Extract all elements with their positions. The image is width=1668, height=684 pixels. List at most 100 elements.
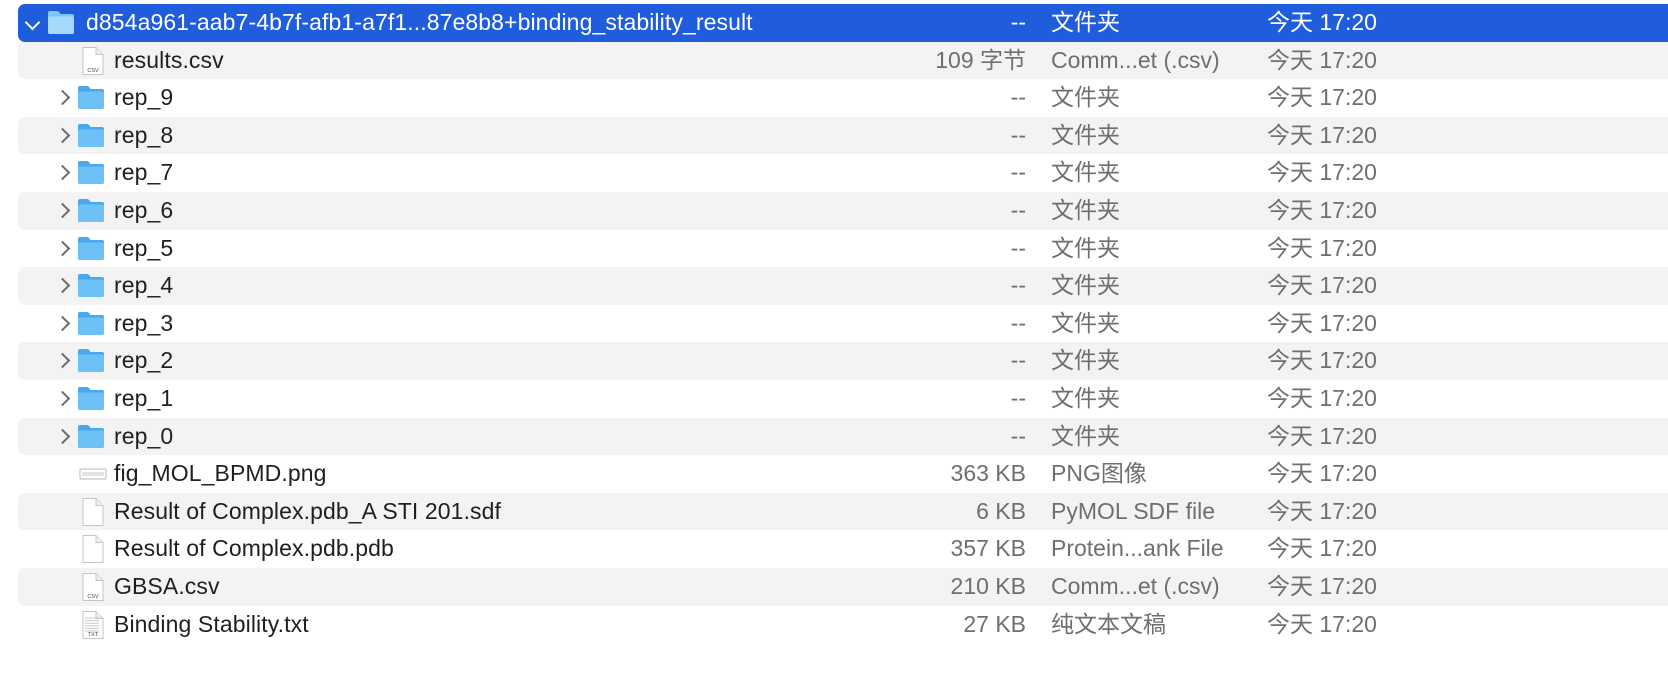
date-modified: 今天 17:20	[1267, 121, 1377, 148]
file-name: results.csv	[114, 46, 224, 73]
file-size: 27 KB	[963, 610, 1026, 637]
file-kind: PyMOL SDF file	[1051, 497, 1216, 524]
file-name: Result of Complex.pdb_A STI 201.sdf	[114, 497, 502, 524]
file-size: --	[1010, 422, 1026, 449]
chevron-right-icon[interactable]	[52, 117, 72, 155]
file-row[interactable]: fig_MOL_BPMD.png 363 KB PNG图像 今天 17:20	[18, 455, 1668, 493]
file-size: 363 KB	[950, 460, 1026, 487]
file-kind: 文件夹	[1051, 385, 1120, 411]
file-size: --	[1010, 234, 1026, 261]
date-modified: 今天 17:20	[1267, 309, 1377, 336]
folder-row[interactable]: rep_7 -- 文件夹 今天 17:20	[18, 154, 1668, 192]
file-kind: 文件夹	[1051, 84, 1120, 111]
file-kind: 文件夹	[1051, 159, 1120, 186]
file-name: rep_5	[114, 234, 174, 261]
folder-row[interactable]: d854a961-aab7-4b7f-afb1-a7f1...87e8b8+bi…	[18, 4, 1668, 42]
file-size: --	[1010, 272, 1026, 299]
svg-text:TXT: TXT	[88, 632, 99, 638]
folder-icon	[76, 192, 110, 230]
folder-icon	[76, 380, 110, 418]
chevron-down-icon[interactable]	[22, 4, 42, 42]
csv-file-icon: CSV	[78, 568, 112, 606]
date-modified: 今天 17:20	[1267, 272, 1377, 299]
folder-icon	[76, 342, 110, 380]
chevron-right-icon[interactable]	[52, 154, 72, 192]
file-size: 357 KB	[950, 535, 1026, 562]
file-row[interactable]: CSV results.csv 109 字节 Comm...et (.csv) 今天 1…	[18, 41, 1668, 80]
folder-icon	[76, 117, 110, 155]
folder-row[interactable]: rep_0 -- 文件夹 今天 17:20	[18, 417, 1668, 456]
folder-row[interactable]: rep_4 -- 文件夹 今天 17:20	[18, 267, 1668, 305]
folder-icon	[46, 4, 80, 42]
file-kind: 文件夹	[1051, 309, 1120, 336]
file-kind: Comm...et (.csv)	[1051, 573, 1220, 599]
file-size: --	[1010, 309, 1026, 336]
folder-icon	[76, 267, 110, 305]
file-icon-label: CSV	[87, 68, 99, 74]
folder-row[interactable]: rep_9 -- 文件夹 今天 17:20	[18, 79, 1668, 117]
file-kind: 纯文本文稿	[1051, 610, 1166, 637]
chevron-right-icon[interactable]	[52, 418, 72, 456]
date-modified: 今天 17:20	[1267, 385, 1377, 411]
csv-file-icon: CSV	[78, 42, 112, 80]
file-name: rep_7	[114, 159, 174, 186]
date-modified: 今天 17:20	[1267, 159, 1377, 186]
date-modified: 今天 17:20	[1267, 9, 1377, 35]
chevron-right-icon[interactable]	[52, 380, 72, 418]
file-name: rep_1	[114, 385, 174, 411]
folder-row[interactable]: rep_6 -- 文件夹 今天 17:20	[18, 192, 1668, 230]
file-size: --	[1010, 121, 1026, 148]
file-row[interactable]: Result of Complex.pdb.pdb 357 KB Protein..…	[18, 530, 1668, 568]
file-size: 210 KB	[950, 573, 1026, 599]
svg-text:CSV: CSV	[87, 68, 99, 74]
file-kind: 文件夹	[1051, 121, 1120, 148]
chevron-right-icon[interactable]	[52, 305, 72, 343]
image-file-icon	[78, 455, 112, 493]
svg-text:CSV: CSV	[87, 594, 99, 600]
file-kind: 文件夹	[1051, 422, 1120, 449]
file-name: rep_4	[114, 272, 174, 299]
folder-row[interactable]: rep_3 -- 文件夹 今天 17:20	[18, 305, 1668, 343]
file-size: 6 KB	[976, 497, 1026, 524]
file-row[interactable]: CSV GBSA.csv 210 KB Comm...et (.csv) 今天 17:2…	[18, 568, 1668, 606]
file-name: GBSA.csv	[114, 573, 220, 599]
file-size: --	[1010, 84, 1026, 111]
chevron-right-icon[interactable]	[52, 192, 72, 230]
folder-icon	[76, 79, 110, 117]
date-modified: 今天 17:20	[1267, 234, 1377, 261]
file-row[interactable]: TXT Binding Stability.txt 27 KB 纯文本文稿 今天 17:…	[18, 606, 1668, 644]
file-size: --	[1010, 9, 1026, 35]
folder-row[interactable]: rep_2 -- 文件夹 今天 17:20	[18, 342, 1668, 380]
file-size: --	[1010, 159, 1026, 186]
file-icon-label: CSV	[87, 594, 99, 600]
chevron-right-icon[interactable]	[52, 230, 72, 268]
file-name: Binding Stability.txt	[114, 610, 309, 637]
file-size: --	[1010, 347, 1026, 374]
folder-row[interactable]: rep_8 -- 文件夹 今天 17:20	[18, 116, 1668, 155]
folder-icon	[76, 305, 110, 343]
text-file-icon: TXT	[78, 606, 112, 644]
folder-row[interactable]: rep_1 -- 文件夹 今天 17:20	[18, 380, 1668, 418]
document-icon	[78, 493, 112, 531]
file-name: rep_3	[114, 309, 174, 336]
date-modified: 今天 17:20	[1267, 460, 1377, 487]
chevron-right-icon[interactable]	[52, 79, 72, 117]
file-row[interactable]: Result of Complex.pdb_A STI 201.sdf 6 KB P…	[18, 492, 1668, 531]
chevron-right-icon[interactable]	[52, 267, 72, 305]
file-name: rep_8	[114, 121, 174, 148]
file-name: rep_9	[114, 84, 174, 111]
date-modified: 今天 17:20	[1267, 610, 1377, 637]
folder-icon	[76, 230, 110, 268]
file-size: 109 字节	[935, 46, 1026, 73]
file-name: Result of Complex.pdb.pdb	[114, 535, 394, 562]
chevron-right-icon[interactable]	[52, 342, 72, 380]
folder-icon	[76, 154, 110, 192]
file-kind: 文件夹	[1051, 9, 1120, 35]
date-modified: 今天 17:20	[1267, 573, 1377, 599]
file-icon-label: TXT	[88, 632, 99, 638]
file-kind: Protein...ank File	[1051, 535, 1224, 562]
document-icon	[78, 530, 112, 568]
folder-row[interactable]: rep_5 -- 文件夹 今天 17:20	[18, 230, 1668, 268]
date-modified: 今天 17:20	[1267, 497, 1377, 524]
date-modified: 今天 17:20	[1267, 422, 1377, 449]
